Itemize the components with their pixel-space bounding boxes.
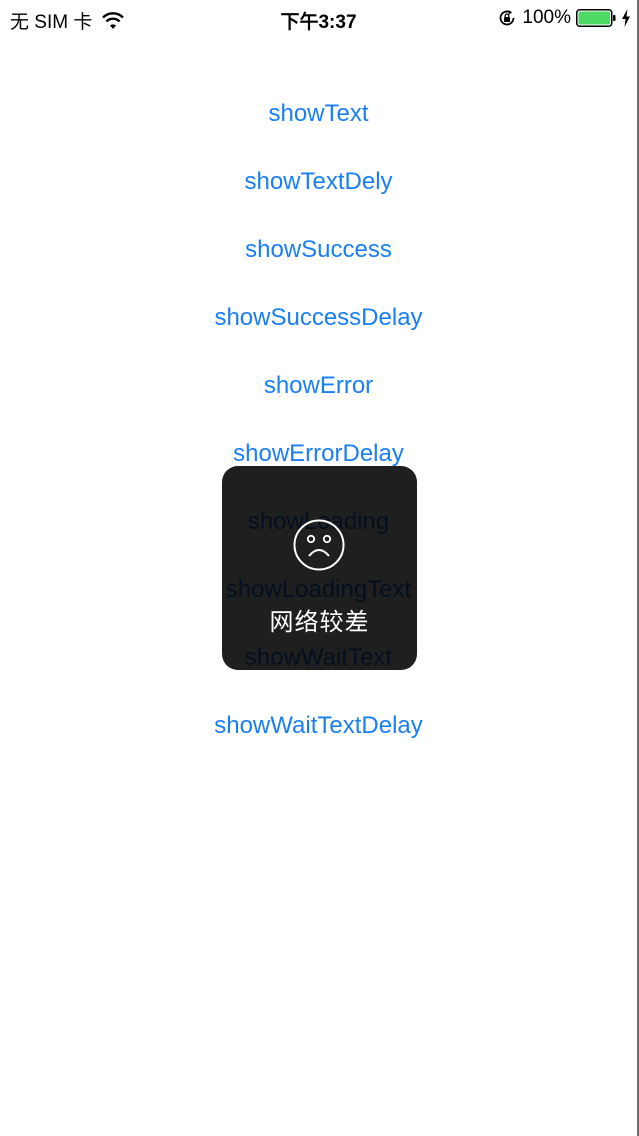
sad-face-icon <box>293 519 345 571</box>
battery-percent: 100% <box>522 7 571 28</box>
battery-icon <box>576 9 616 27</box>
show-success-delay-button[interactable]: showSuccessDelay <box>0 284 637 352</box>
show-success-button[interactable]: showSuccess <box>0 216 637 284</box>
screen: 无 SIM 卡 下午3:37 100% showText showTextDel… <box>0 0 639 1136</box>
show-error-button[interactable]: showError <box>0 352 637 420</box>
show-text-dely-button[interactable]: showTextDely <box>0 148 637 216</box>
status-bar: 无 SIM 卡 下午3:37 100% <box>0 0 637 38</box>
show-text-button[interactable]: showText <box>0 80 637 148</box>
status-right: 100% <box>497 7 631 29</box>
charging-bolt-icon <box>622 9 630 27</box>
hud-message: 网络较差 <box>269 608 370 636</box>
rotation-lock-icon <box>500 10 515 26</box>
error-hud: 网络较差 <box>222 466 417 670</box>
show-wait-text-delay-button[interactable]: showWaitTextDelay <box>0 692 637 760</box>
